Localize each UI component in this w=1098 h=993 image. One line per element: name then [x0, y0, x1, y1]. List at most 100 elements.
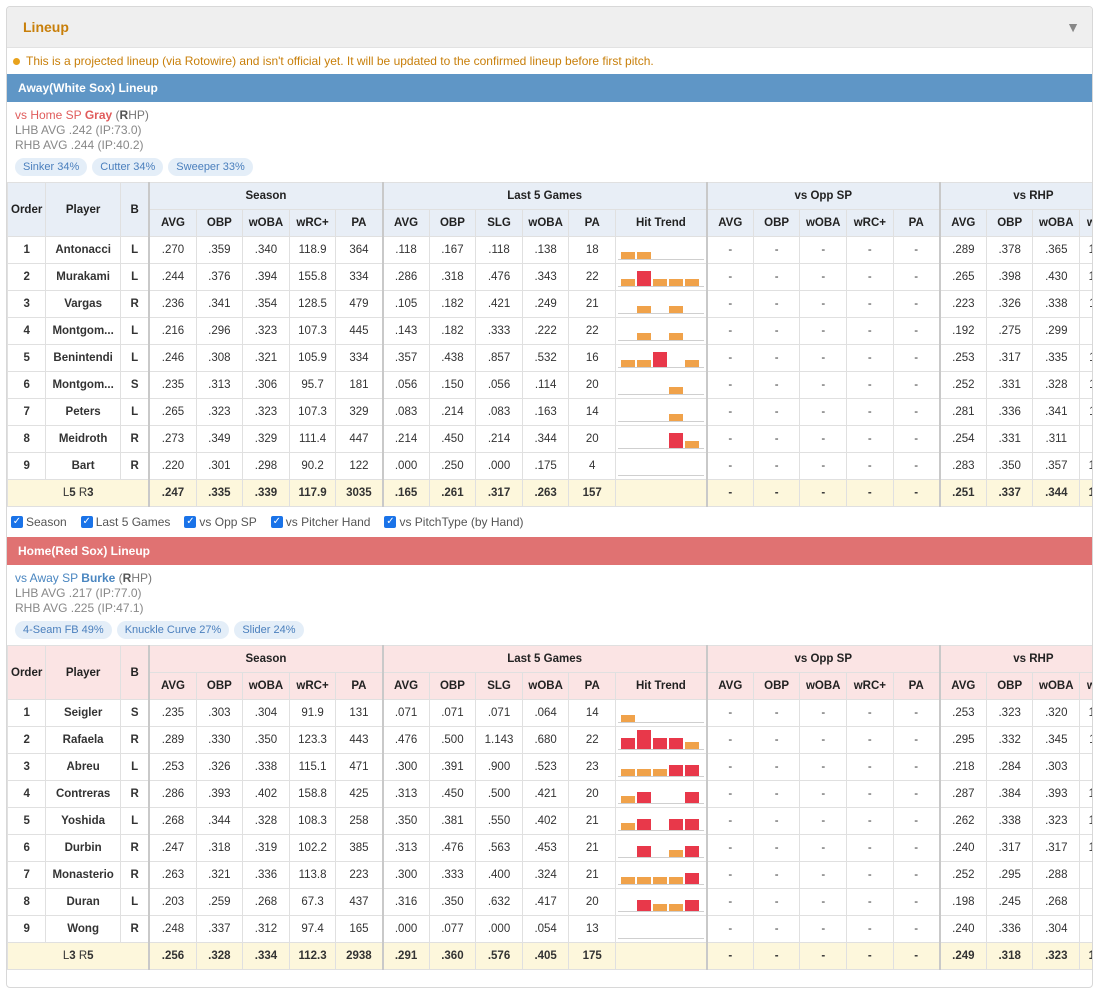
player-row[interactable]: 5 Yoshida L .268.344.328 108.3 258.350.381.55… [7, 807, 1092, 835]
player-name[interactable]: Duran [45, 888, 121, 916]
col-header[interactable]: AVG [148, 209, 197, 237]
col-player[interactable]: Player [45, 645, 121, 700]
col-header[interactable]: wOBA [521, 209, 570, 237]
col-header[interactable]: wOBA [799, 672, 848, 700]
player-row[interactable]: 4 Contreras R .286.393.402 158.8 425.313.450.… [7, 780, 1092, 808]
checkbox-checked-icon[interactable]: ✓ [80, 516, 93, 528]
pitch-chip[interactable]: Knuckle Curve 27% [116, 621, 230, 639]
player-name[interactable]: Benintendi [45, 344, 121, 372]
player-name[interactable]: Murakami [45, 263, 121, 291]
player-name[interactable]: Antonacci [45, 236, 121, 264]
home-sp-name[interactable]: Burke [81, 571, 115, 585]
col-header[interactable]: OBP [428, 672, 477, 700]
col-header[interactable]: PA [568, 209, 617, 237]
player-row[interactable]: 8 Duran L .203.259.268 67.3 437.316.350.632.4… [7, 888, 1092, 916]
player-row[interactable]: 6 Montgom... S .235.313.306 95.7 181.056.150.… [7, 371, 1092, 399]
player-name[interactable]: Monasterio [45, 861, 121, 889]
player-row[interactable]: 9 Wong R .248.337.312 97.4 165.000.077.000.05… [7, 915, 1092, 943]
col-header[interactable]: OBP [195, 672, 244, 700]
col-header[interactable]: wOBA [1032, 209, 1081, 237]
col-header[interactable]: PA [892, 209, 941, 237]
col-header[interactable]: wOBA [242, 209, 290, 237]
col-header[interactable]: wOBA [799, 209, 848, 237]
player-row[interactable]: 2 Rafaela R .289.330.350 123.3 443.476.500 1.1… [7, 726, 1092, 754]
panel-header[interactable]: Lineup ▼ [7, 7, 1092, 48]
player-row[interactable]: 7 Peters L .265.323.323 107.3 329.083.214.083… [7, 398, 1092, 426]
col-header[interactable]: AVG [705, 672, 754, 700]
player-row[interactable]: 2 Murakami L .244.376.394 155.8 334.286.318.4… [7, 263, 1092, 291]
col-header[interactable]: SLG [475, 672, 523, 700]
col-bats[interactable]: B [119, 645, 150, 700]
player-row[interactable]: 9 Bart R .220.301.298 90.2 122.000.250.000.17… [7, 452, 1092, 480]
col-header[interactable]: wRC+ [846, 672, 894, 700]
col-header[interactable]: wOBA [1032, 672, 1081, 700]
col-header[interactable]: wRC+ [288, 209, 337, 237]
player-row[interactable]: 7 Monasterio R .263.321.336 113.8 223.300.333… [7, 861, 1092, 889]
checkbox-checked-icon[interactable]: ✓ [270, 516, 283, 528]
player-name[interactable]: Montgom... [45, 371, 121, 399]
checkbox-checked-icon[interactable]: ✓ [11, 516, 23, 528]
col-header[interactable]: Hit Trend [615, 209, 708, 237]
player-row[interactable]: 8 Meidroth R .273.349.329 111.4 447.214.450.2… [7, 425, 1092, 453]
toggle-option[interactable]: ✓ vs Opp SP [184, 515, 257, 529]
col-header[interactable]: OBP [195, 209, 244, 237]
col-header[interactable]: AVG [381, 672, 430, 700]
col-header[interactable]: PA [335, 672, 383, 700]
player-row[interactable]: 3 Vargas R .236.341.354 128.5 479.105.182.421… [7, 290, 1092, 318]
col-header[interactable]: wRC+ [288, 672, 337, 700]
pitch-chip[interactable]: Sweeper 33% [168, 158, 253, 176]
col-header[interactable]: wOBA [521, 672, 570, 700]
player-name[interactable]: Contreras [45, 780, 121, 808]
player-row[interactable]: 4 Montgom... L .216.296.323 107.3 445.143.182… [7, 317, 1092, 345]
pitch-chip[interactable]: 4-Seam FB 49% [15, 621, 112, 639]
col-header[interactable]: wRC+ [846, 209, 894, 237]
player-row[interactable]: 5 Benintendi L .246.308.321 105.9 334.357.438… [7, 344, 1092, 372]
col-header[interactable]: AVG [938, 209, 987, 237]
col-header[interactable]: OBP [985, 672, 1034, 700]
player-name[interactable]: Durbin [45, 834, 121, 862]
checkbox-checked-icon[interactable]: ✓ [384, 516, 397, 528]
toggle-option[interactable]: ✓ vs PitchType (by Hand) [384, 515, 524, 529]
col-header[interactable]: AVG [938, 672, 987, 700]
player-name[interactable]: Seigler [45, 699, 121, 727]
player-name[interactable]: Montgom... [45, 317, 121, 345]
away-sp-name[interactable]: Gray [85, 108, 112, 122]
col-header[interactable]: AVG [381, 209, 430, 237]
player-name[interactable]: Yoshida [45, 807, 121, 835]
col-header[interactable]: Hit Trend [615, 672, 708, 700]
col-header[interactable]: wRC+ [1079, 672, 1092, 700]
col-header[interactable]: wOBA [242, 672, 290, 700]
col-header[interactable]: OBP [985, 209, 1034, 237]
caret-down-icon[interactable]: ▼ [1066, 19, 1080, 35]
player-name[interactable]: Rafaela [45, 726, 121, 754]
checkbox-checked-icon[interactable]: ✓ [184, 516, 197, 528]
player-name[interactable]: Abreu [45, 753, 121, 781]
player-name[interactable]: Bart [45, 452, 121, 480]
col-player[interactable]: Player [45, 182, 121, 237]
pitch-chip[interactable]: Cutter 34% [92, 158, 164, 176]
col-header[interactable]: PA [892, 672, 941, 700]
col-order[interactable]: Order [7, 645, 47, 700]
player-row[interactable]: 3 Abreu L .253.326.338 115.1 471.300.391.900.… [7, 753, 1092, 781]
toggle-option[interactable]: ✓ Season [11, 515, 67, 529]
col-header[interactable]: OBP [752, 209, 801, 237]
player-name[interactable]: Peters [45, 398, 121, 426]
pitch-chip[interactable]: Sinker 34% [15, 158, 88, 176]
col-header[interactable]: AVG [705, 209, 754, 237]
col-order[interactable]: Order [7, 182, 47, 237]
player-name[interactable]: Wong [45, 915, 121, 943]
player-row[interactable]: 1 Antonacci L .270.359.340 118.9 364.118.167.… [7, 236, 1092, 264]
col-header[interactable]: AVG [148, 672, 197, 700]
col-header[interactable]: SLG [475, 209, 523, 237]
player-name[interactable]: Vargas [45, 290, 121, 318]
col-header[interactable]: OBP [752, 672, 801, 700]
col-header[interactable]: PA [335, 209, 383, 237]
col-header[interactable]: PA [568, 672, 617, 700]
col-header[interactable]: wRC+ [1079, 209, 1092, 237]
player-name[interactable]: Meidroth [45, 425, 121, 453]
toggle-option[interactable]: ✓ vs Pitcher Hand [270, 515, 370, 529]
toggle-option[interactable]: ✓ Last 5 Games [80, 515, 170, 529]
player-row[interactable]: 1 Seigler S .235.303.304 91.9 131.071.071.071… [7, 699, 1092, 727]
col-header[interactable]: OBP [428, 209, 477, 237]
col-bats[interactable]: B [119, 182, 150, 237]
